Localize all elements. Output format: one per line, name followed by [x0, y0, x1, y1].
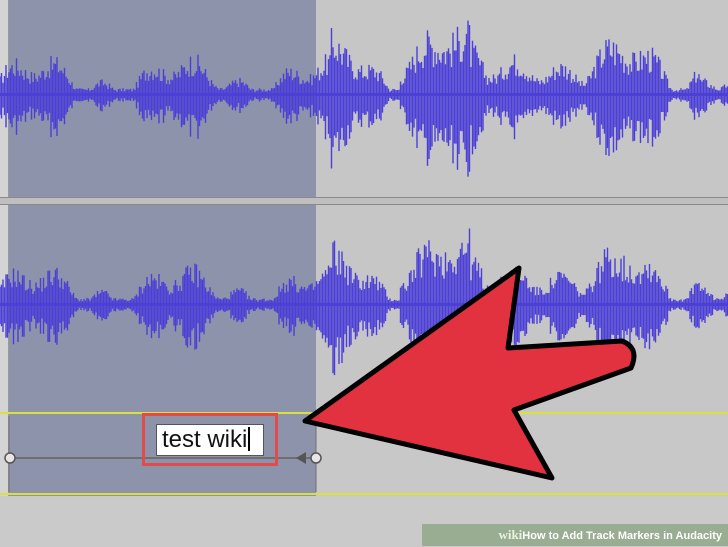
watermark-title: to Add Track Markers in Audacity [545, 530, 722, 542]
watermark-brand: wiki [498, 527, 523, 542]
audacity-editor: test wiki wikiHow to Add Track Markers i… [0, 0, 728, 546]
watermark-how: How [522, 530, 546, 542]
watermark-banner: wikiHow to Add Track Markers in Audacity [422, 524, 728, 546]
pointer-arrow-icon [302, 265, 637, 481]
